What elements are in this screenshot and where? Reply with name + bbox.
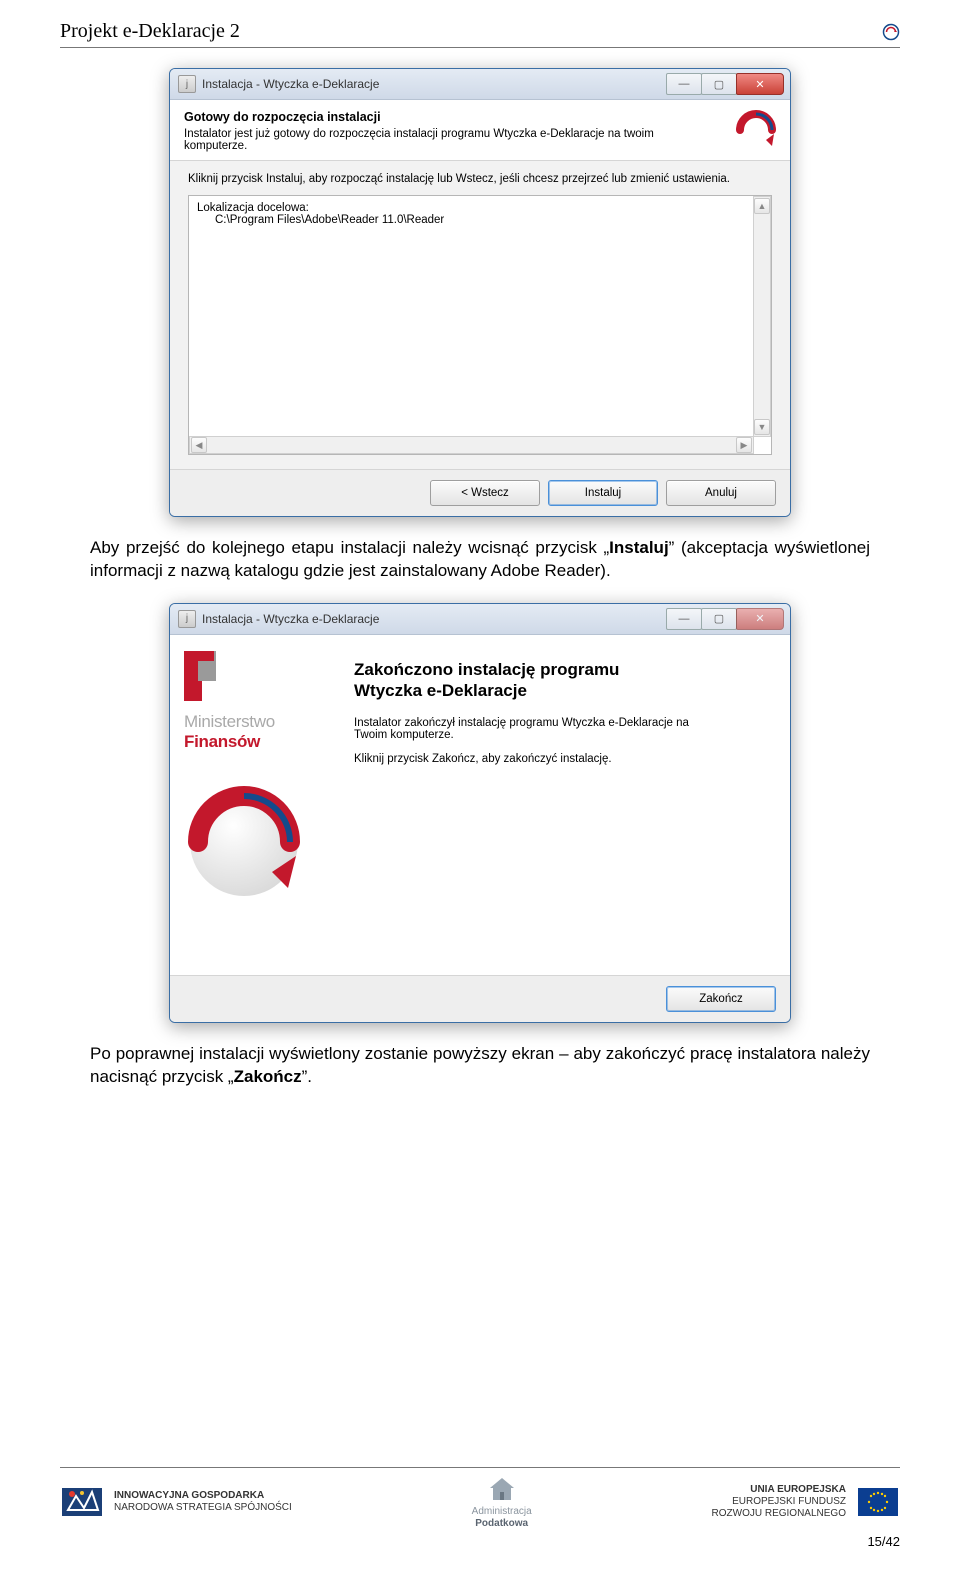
scroll-down-icon[interactable]: ▼	[754, 419, 770, 435]
right-finish: Zakończono instalację programu Wtyczka e…	[340, 635, 790, 975]
eu-flag-icon	[856, 1487, 900, 1517]
ministry-name-line1: Ministerstwo	[184, 712, 275, 732]
button-row: Zakończ	[170, 975, 790, 1022]
document-title: Projekt e-Deklaracje 2	[60, 20, 240, 43]
minimize-button[interactable]: —	[666, 73, 702, 95]
footer-right: UNIA EUROPEJSKA EUROPEJSKI FUNDUSZ ROZWO…	[712, 1484, 900, 1520]
e-deklaracje-big-logo-icon	[184, 782, 304, 905]
titlebar: j Instalacja - Wtyczka e-Deklaracje — ▢ …	[170, 604, 790, 635]
footer-right-line1: UNIA EUROPEJSKA	[712, 1484, 846, 1496]
document-header: Projekt e-Deklaracje 2	[60, 20, 900, 48]
window-controls: — ▢ ✕	[667, 608, 784, 630]
finish-body: Ministerstwo Finansów	[170, 635, 790, 975]
app-icon: j	[178, 75, 196, 93]
button-row: < Wstecz Instaluj Anuluj	[170, 469, 790, 516]
panel-heading: Gotowy do rozpoczęcia instalacji	[184, 110, 726, 124]
close-button[interactable]: ✕	[736, 608, 784, 630]
instruction-text: Kliknij przycisk Instaluj, aby rozpocząć…	[188, 173, 772, 185]
finish-text1: Instalator zakończył instalację programu…	[354, 717, 714, 741]
installer-window-ready: j Instalacja - Wtyczka e-Deklaracje — ▢ …	[169, 68, 791, 517]
para2-bold: Zakończ	[234, 1067, 302, 1086]
mf-logo-icon	[184, 651, 248, 704]
admin-podatkowa-logo-icon	[480, 1474, 524, 1504]
back-button[interactable]: < Wstecz	[430, 480, 540, 506]
paragraph-install: Aby przejść do kolejnego etapu instalacj…	[90, 537, 870, 583]
panel-subheading: Instalator jest już gotowy do rozpoczęci…	[184, 128, 664, 152]
titlebar: j Instalacja - Wtyczka e-Deklaracje — ▢ …	[170, 69, 790, 100]
footer-mid-line1: Administracja	[472, 1506, 532, 1518]
panel-header: Gotowy do rozpoczęcia instalacji Instala…	[170, 100, 790, 161]
app-icon: j	[178, 610, 196, 628]
location-path: C:\Program Files\Adobe\Reader 11.0\Reade…	[197, 214, 763, 226]
finish-text2: Kliknij przycisk Zakończ, aby zakończyć …	[354, 753, 714, 765]
footer-right-line2: EUROPEJSKI FUNDUSZ	[712, 1496, 846, 1508]
left-banner: Ministerstwo Finansów	[170, 635, 340, 975]
footer-left-line2: NARODOWA STRATEGIA SPÓJNOŚCI	[114, 1502, 292, 1514]
window-controls: — ▢ ✕	[667, 73, 784, 95]
horizontal-scrollbar[interactable]: ◀ ▶	[189, 436, 754, 454]
scroll-right-icon[interactable]: ▶	[736, 437, 752, 453]
scroll-left-icon[interactable]: ◀	[191, 437, 207, 453]
footer-mid-line2: Podatkowa	[472, 1518, 532, 1530]
footer-right-line3: ROZWOJU REGIONALNEGO	[712, 1508, 846, 1520]
ministry-name-line2: Finansów	[184, 732, 260, 752]
vertical-scrollbar[interactable]: ▲ ▼	[753, 196, 771, 437]
location-readonly-box: Lokalizacja docelowa: C:\Program Files\A…	[188, 195, 772, 455]
footer-left: INNOWACYJNA GOSPODARKA NARODOWA STRATEGI…	[60, 1487, 292, 1517]
finish-heading: Zakończono instalację programu Wtyczka e…	[354, 659, 772, 702]
minimize-button[interactable]: —	[666, 608, 702, 630]
install-button[interactable]: Instaluj	[548, 480, 658, 506]
header-e-logo-icon	[882, 23, 900, 41]
maximize-button[interactable]: ▢	[701, 608, 737, 630]
panel-body: Kliknij przycisk Instaluj, aby rozpocząć…	[170, 161, 790, 469]
maximize-button[interactable]: ▢	[701, 73, 737, 95]
footer-left-line1: INNOWACYJNA GOSPODARKA	[114, 1490, 292, 1502]
paragraph-finish: Po poprawnej instalacji wyświetlony zost…	[90, 1043, 870, 1089]
e-deklaracje-logo-icon	[736, 110, 776, 150]
page-number: 15/42	[60, 1534, 900, 1549]
para1-prefix: Aby przejść do kolejnego etapu instalacj…	[90, 538, 609, 557]
finish-heading-line1: Zakończono instalację programu	[354, 660, 619, 679]
para2-suffix: ”.	[302, 1067, 312, 1086]
finish-heading-line2: Wtyczka e-Deklaracje	[354, 681, 527, 700]
para1-bold: Instaluj	[609, 538, 669, 557]
location-label: Lokalizacja docelowa:	[197, 202, 763, 214]
ig-logo-icon	[60, 1487, 104, 1517]
cancel-button[interactable]: Anuluj	[666, 480, 776, 506]
footer-middle: Administracja Podatkowa	[472, 1474, 532, 1530]
window-title: Instalacja - Wtyczka e-Deklaracje	[202, 612, 667, 626]
window-title: Instalacja - Wtyczka e-Deklaracje	[202, 77, 667, 91]
close-button[interactable]: ✕	[736, 73, 784, 95]
para2-prefix: Po poprawnej instalacji wyświetlony zost…	[90, 1044, 870, 1086]
document-footer: INNOWACYJNA GOSPODARKA NARODOWA STRATEGI…	[60, 1467, 900, 1549]
finish-button[interactable]: Zakończ	[666, 986, 776, 1012]
scroll-up-icon[interactable]: ▲	[754, 198, 770, 214]
installer-window-finished: j Instalacja - Wtyczka e-Deklaracje — ▢ …	[169, 603, 791, 1023]
